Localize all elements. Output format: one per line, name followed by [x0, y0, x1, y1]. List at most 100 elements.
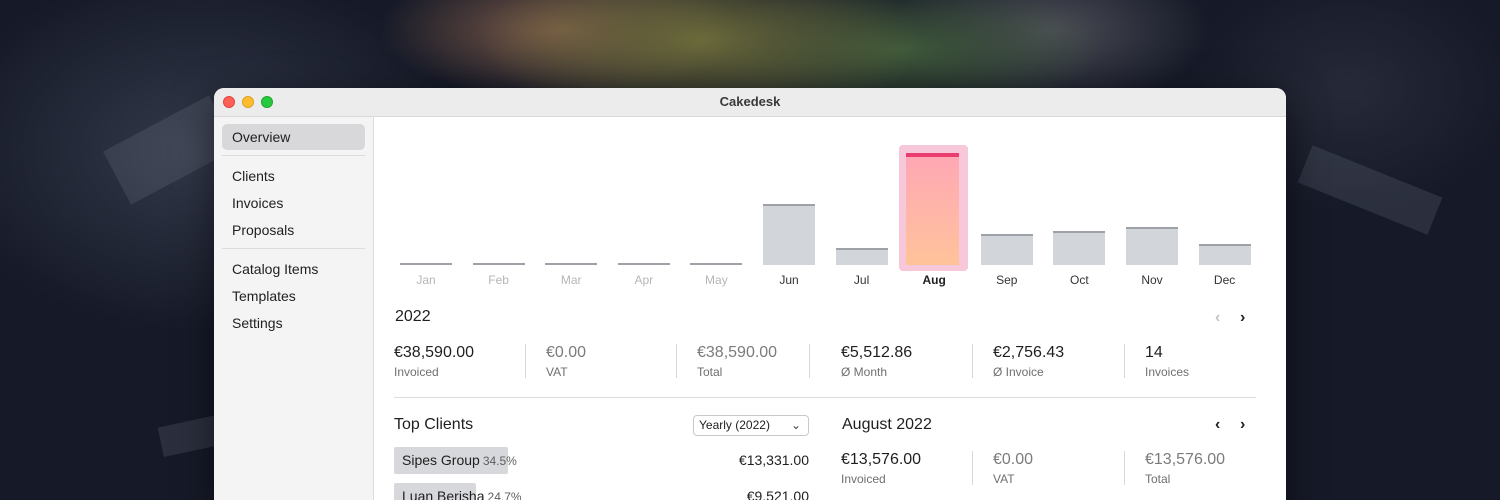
stat-value: 14: [1145, 344, 1163, 361]
chart-bar-fill: [1198, 244, 1251, 265]
chart-bar-feb[interactable]: Feb: [463, 117, 535, 297]
stat-label: Invoiced: [841, 472, 886, 486]
stat-avg-month: €5,512.86 Ø Month: [841, 343, 912, 379]
stat-label: Total: [1145, 472, 1171, 486]
chart-bar-apr[interactable]: Apr: [608, 117, 680, 297]
stat-value: €13,576.00: [841, 451, 922, 468]
client-percent: 34.5%: [482, 454, 517, 468]
period-select-value: Yearly (2022): [699, 418, 770, 432]
chart-month-label: May: [705, 273, 728, 287]
client-name: Luan Berisha: [402, 488, 485, 500]
chart-month-label: Sep: [996, 273, 1018, 287]
chart-bar-oct[interactable]: Oct: [1043, 117, 1115, 297]
chart-bar-dec[interactable]: Dec: [1189, 117, 1261, 297]
client-row[interactable]: Luan Berisha 24.7% €9,521.00: [394, 483, 809, 500]
stat-value: €5,512.86: [841, 344, 913, 361]
client-name: Sipes Group: [402, 452, 480, 468]
chart-month-label: Feb: [488, 273, 509, 287]
chart-month-label: Aug: [922, 273, 946, 287]
sidebar-item-overview[interactable]: Overview: [222, 124, 365, 150]
chart-bar-jan[interactable]: Jan: [390, 117, 462, 297]
chart-bar-may[interactable]: May: [680, 117, 752, 297]
stat-invoice-count: 14 Invoices: [1145, 343, 1189, 379]
stat-label: Total: [697, 365, 723, 379]
stat-value: €13,576.00: [1145, 451, 1226, 468]
chart-bar-fill: [617, 263, 670, 265]
chart-bar-jul[interactable]: Jul: [826, 117, 898, 297]
chart-month-label: Jan: [416, 273, 436, 287]
stat-value: €0.00: [546, 344, 587, 361]
client-name-wrap: Sipes Group 34.5%: [402, 452, 517, 468]
sidebar-item-settings[interactable]: Settings: [222, 310, 365, 336]
chevron-down-icon: ⌄: [790, 418, 801, 432]
chart-bar-fill: [906, 153, 960, 265]
month-stat-invoiced: €13,576.00 Invoiced: [841, 450, 921, 486]
chart-bar-fill: [1126, 227, 1178, 265]
monthly-revenue-chart: Jan Feb Mar Apr May Jun Jul Aug Sep Oct Nov Dec: [374, 117, 1286, 297]
app-window: Cakedesk Overview Clients Invoices Propo…: [214, 88, 1286, 500]
stat-label: Ø Month: [841, 365, 888, 379]
sidebar-item-proposals[interactable]: Proposals: [222, 217, 365, 243]
sidebar-divider: [222, 155, 365, 156]
chart-bar-mar[interactable]: Mar: [535, 117, 607, 297]
chart-bar-fill: [545, 263, 598, 265]
client-percent: 24.7%: [487, 490, 522, 500]
chart-month-label: Mar: [560, 273, 582, 287]
stat-value: €38,590.00: [697, 344, 778, 361]
title-bar: Cakedesk: [214, 88, 1286, 117]
sidebar-item-catalog-items[interactable]: Catalog Items: [222, 256, 365, 282]
stat-divider: [972, 344, 973, 378]
previous-month-icon[interactable]: ‹: [1215, 417, 1220, 433]
stat-divider: [1124, 451, 1125, 485]
stat-avg-invoice: €2,756.43 Ø Invoice: [993, 343, 1064, 379]
chart-month-label: Oct: [1070, 273, 1089, 287]
sidebar-item-clients[interactable]: Clients: [222, 163, 365, 189]
chart-month-label: Apr: [634, 273, 654, 287]
stat-divider: [972, 451, 973, 485]
client-name-wrap: Luan Berisha 24.7%: [402, 488, 522, 500]
chart-bar-fill: [400, 263, 452, 265]
section-divider: [394, 397, 1256, 398]
client-amount: €13,331.00: [738, 452, 809, 468]
chart-month-label: Jun: [779, 273, 799, 287]
client-row[interactable]: Sipes Group 34.5% €13,331.00: [394, 447, 809, 474]
client-amount: €9,521.00: [746, 488, 809, 500]
chart-bar-fill: [835, 247, 888, 265]
window-title: Cakedesk: [719, 94, 781, 109]
stat-divider: [809, 344, 810, 378]
chart-bar-nov[interactable]: Nov: [1116, 117, 1188, 297]
chart-bar-fill: [763, 203, 815, 265]
stat-value: €2,756.43: [993, 344, 1065, 361]
chart-bar-sep[interactable]: Sep: [971, 117, 1043, 297]
previous-year-icon[interactable]: ‹: [1215, 310, 1220, 326]
period-select[interactable]: Yearly (2022) ⌄: [693, 415, 809, 436]
stat-label: VAT: [546, 365, 568, 379]
background-shard: [1297, 145, 1443, 235]
stat-label: Ø Invoice: [993, 365, 1044, 379]
next-month-icon[interactable]: ›: [1240, 417, 1245, 433]
stat-label: Invoices: [1145, 365, 1190, 379]
stat-value: €38,590.00: [394, 344, 475, 361]
stat-divider: [525, 344, 526, 378]
sidebar-divider: [222, 248, 365, 249]
chart-month-label: Jul: [853, 273, 870, 287]
stat-vat: €0.00 VAT: [546, 343, 586, 379]
chart-bar-fill: [1053, 231, 1106, 265]
sidebar-item-invoices[interactable]: Invoices: [222, 190, 365, 216]
month-stat-total: €13,576.00 Total: [1145, 450, 1225, 486]
chart-bar-fill: [472, 263, 525, 265]
chart-bar-jun[interactable]: Jun: [753, 117, 825, 297]
stat-value: €0.00: [993, 451, 1034, 468]
sidebar-item-templates[interactable]: Templates: [222, 283, 365, 309]
chart-bar-aug[interactable]: Aug: [898, 117, 970, 297]
chart-bar-fill: [980, 234, 1033, 265]
year-title: 2022: [395, 308, 431, 325]
sidebar: Overview Clients Invoices Proposals Cata…: [214, 117, 374, 500]
next-year-icon[interactable]: ›: [1240, 310, 1245, 326]
stat-total: €38,590.00 Total: [697, 343, 777, 379]
stat-divider: [676, 344, 677, 378]
stat-label: VAT: [993, 472, 1015, 486]
stat-invoiced: €38,590.00 Invoiced: [394, 343, 474, 379]
chart-month-label: Dec: [1213, 273, 1236, 287]
overview-content: Jan Feb Mar Apr May Jun Jul Aug Sep Oct Nov Dec 202…: [374, 117, 1286, 500]
